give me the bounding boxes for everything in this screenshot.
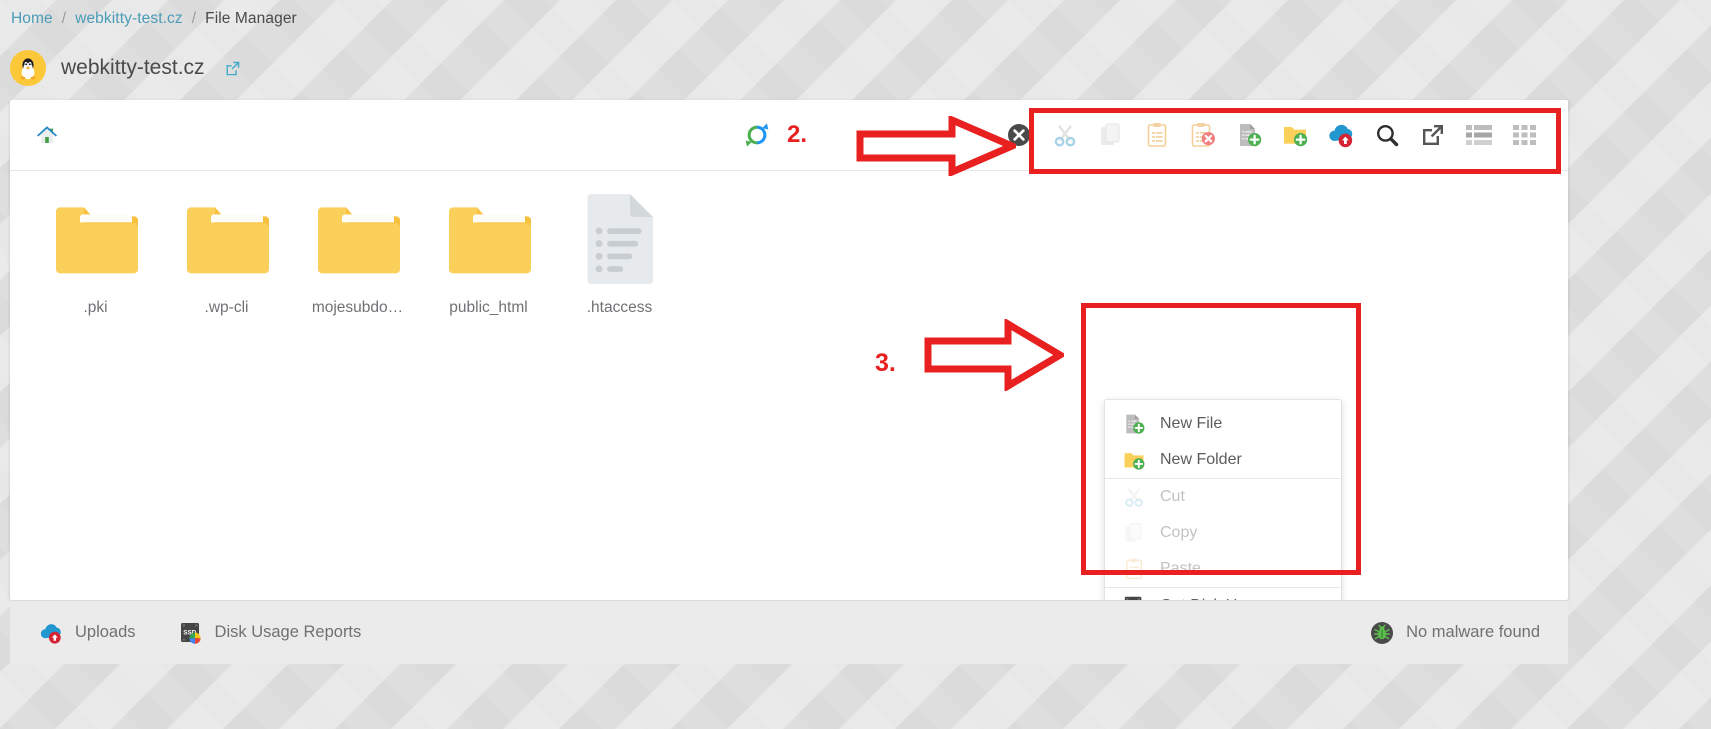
- context-menu-group: Cut Copy Paste: [1105, 478, 1341, 587]
- breadcrumb-separator: /: [191, 10, 197, 27]
- open-external-button[interactable]: [1410, 114, 1456, 156]
- file-manager-footer: Uploads SSD Disk Usage Reports No malwar…: [10, 600, 1568, 664]
- annotation-step-2-label: 2.: [787, 121, 808, 148]
- linux-penguin-icon: [10, 50, 46, 86]
- context-menu[interactable]: New FileNew FolderCutCopyPasteSSDGet Dis…: [1104, 399, 1342, 631]
- footer-uploads-label: Uploads: [75, 623, 136, 641]
- ctx-paste: Paste: [1105, 551, 1341, 587]
- breadcrumb-item-domain[interactable]: webkitty-test.cz: [75, 10, 183, 28]
- copy-button[interactable]: [1088, 114, 1134, 156]
- ctx-cut: Cut: [1105, 479, 1341, 515]
- file-item-label: public_html: [449, 299, 528, 316]
- file-item-label: .pki: [83, 299, 108, 316]
- file-listing-area[interactable]: .pki .wp-cli mojesubdo… public_html .htacces…: [10, 171, 1568, 631]
- ssd-disk-icon: SSD: [178, 620, 204, 646]
- footer-disk-usage-label: Disk Usage Reports: [214, 623, 362, 641]
- breadcrumb: Home / webkitty-test.cz / File Manager: [11, 10, 297, 28]
- context-menu-item-label: New Folder: [1160, 451, 1242, 468]
- cloud-upload-icon: [38, 620, 64, 646]
- folder-icon: [54, 193, 138, 285]
- breadcrumb-item-current: File Manager: [205, 10, 297, 27]
- file-item[interactable]: public_html: [423, 189, 554, 317]
- list-view-button[interactable]: [1456, 114, 1502, 156]
- ctx-new-file[interactable]: New File: [1105, 406, 1341, 442]
- folder-icon: [447, 193, 531, 285]
- context-menu-item-label: Copy: [1160, 524, 1198, 541]
- file-item-label: .wp-cli: [204, 299, 249, 316]
- file-manager-card: 2. .pki .wp-cli mojesubdo… public_html .…: [10, 100, 1568, 631]
- breadcrumb-separator: /: [61, 10, 67, 27]
- text-file-icon: [578, 193, 662, 285]
- footer-uploads[interactable]: Uploads: [38, 620, 136, 646]
- scissors-icon: [1121, 484, 1147, 510]
- clipboard-icon: [1121, 556, 1147, 582]
- file-item[interactable]: .wp-cli: [161, 189, 292, 317]
- malware-status: No malware found: [1369, 620, 1540, 646]
- folder-icon: [185, 193, 269, 285]
- file-plus-icon: [1121, 411, 1147, 437]
- context-menu-item-label: Paste: [1160, 560, 1201, 577]
- folder-plus-icon: [1121, 447, 1147, 473]
- home-icon[interactable]: [32, 120, 62, 150]
- refresh-icon[interactable]: [743, 121, 771, 149]
- file-manager-toolbar: 2.: [10, 100, 1568, 171]
- file-item[interactable]: .htaccess: [554, 189, 685, 317]
- grid-view-button[interactable]: [1502, 114, 1548, 156]
- file-item[interactable]: .pki: [30, 189, 161, 317]
- breadcrumb-item-home[interactable]: Home: [11, 10, 53, 28]
- context-menu-group: New File New Folder: [1105, 406, 1341, 478]
- clear-clipboard-button[interactable]: [1180, 114, 1226, 156]
- paste-button[interactable]: [1134, 114, 1180, 156]
- search-button[interactable]: [1364, 114, 1410, 156]
- toolbar-center-group: 2.: [743, 121, 807, 149]
- file-item[interactable]: mojesubdo…: [292, 189, 423, 317]
- toolbar-action-buttons: [996, 114, 1548, 156]
- context-menu-item-label: New File: [1160, 415, 1223, 432]
- cut-button[interactable]: [1042, 114, 1088, 156]
- deselect-all-button[interactable]: [996, 114, 1042, 156]
- malware-status-label: No malware found: [1406, 623, 1540, 641]
- site-header: webkitty-test.cz: [10, 50, 241, 86]
- ctx-new-folder[interactable]: New Folder: [1105, 442, 1341, 478]
- folder-icon: [316, 193, 400, 285]
- file-item-label: .htaccess: [586, 299, 653, 316]
- context-menu-item-label: Cut: [1160, 488, 1185, 505]
- copy-pages-icon: [1121, 520, 1147, 546]
- new-folder-button[interactable]: [1272, 114, 1318, 156]
- footer-disk-usage-reports[interactable]: SSD Disk Usage Reports: [178, 620, 362, 646]
- external-link-icon[interactable]: [224, 60, 241, 77]
- new-file-button[interactable]: [1226, 114, 1272, 156]
- ctx-copy: Copy: [1105, 515, 1341, 551]
- file-item-label: mojesubdo…: [311, 299, 404, 316]
- page-title: webkitty-test.cz: [61, 56, 205, 79]
- upload-button[interactable]: [1318, 114, 1364, 156]
- file-grid: .pki .wp-cli mojesubdo… public_html .htacces…: [10, 171, 1568, 317]
- bug-shield-icon: [1369, 620, 1395, 646]
